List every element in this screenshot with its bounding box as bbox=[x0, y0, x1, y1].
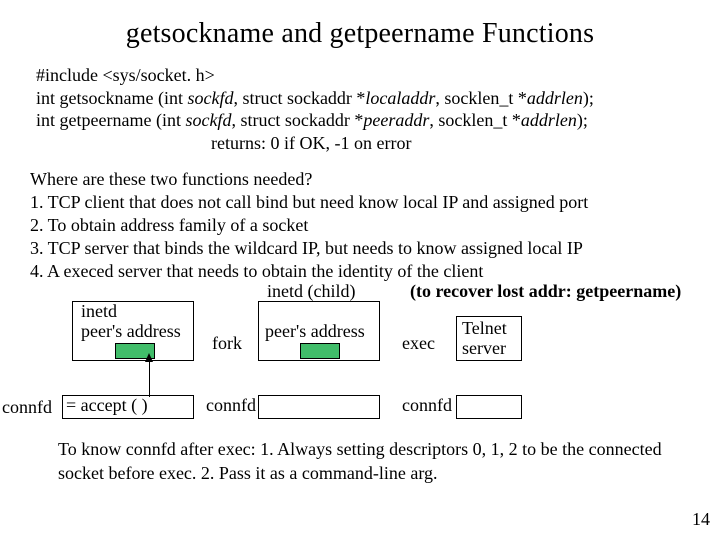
lbl-exec: exec bbox=[402, 333, 435, 354]
arg: addrlen bbox=[521, 110, 577, 130]
lbl-recover: (to recover lost addr: getpeername) bbox=[410, 281, 681, 302]
q-intro: Where are these two functions needed? bbox=[30, 168, 690, 191]
lbl-fork: fork bbox=[212, 333, 242, 354]
lbl-telnet2: server bbox=[462, 338, 506, 359]
line-up bbox=[149, 361, 150, 397]
t: , socklen_t * bbox=[435, 88, 527, 108]
lbl-connfd-lhs: connfd bbox=[2, 397, 52, 418]
lbl-telnet1: Telnet bbox=[462, 318, 507, 339]
arg: addrlen bbox=[527, 88, 583, 108]
t: ); bbox=[583, 88, 594, 108]
t: , socklen_t * bbox=[429, 110, 521, 130]
page-title: getsockname and getpeername Functions bbox=[30, 18, 690, 50]
proto-getpeername: int getpeername (int sockfd, struct sock… bbox=[36, 109, 690, 132]
diagram: inetd peer's address fork inetd (child) … bbox=[30, 293, 690, 428]
lbl-child-title: inetd (child) bbox=[267, 281, 355, 302]
lbl-accept: = accept ( ) bbox=[66, 395, 148, 416]
t: To know bbox=[58, 439, 126, 459]
box-connfd-2 bbox=[258, 395, 380, 419]
arg: localaddr bbox=[365, 88, 435, 108]
t: , struct sockaddr * bbox=[233, 88, 365, 108]
arg: peeraddr bbox=[363, 110, 429, 130]
page-number: 14 bbox=[692, 509, 710, 530]
arg: sockfd bbox=[187, 88, 233, 108]
arg: sockfd bbox=[185, 110, 231, 130]
q2: 2. To obtain address family of a socket bbox=[30, 214, 690, 237]
green-box-2 bbox=[300, 343, 340, 359]
lbl-connfd-3: connfd bbox=[402, 395, 452, 416]
t: 4. A bbox=[30, 261, 64, 281]
connfd: connfd bbox=[126, 439, 176, 459]
t: ); bbox=[577, 110, 588, 130]
include-line: #include <sys/socket. h> bbox=[36, 64, 690, 87]
signature-block: #include <sys/socket. h> int getsockname… bbox=[36, 64, 690, 154]
q4: 4. A execed server that needs to obtain … bbox=[30, 260, 690, 283]
conclusion: To know connfd after exec: 1. Always set… bbox=[58, 438, 684, 485]
lbl-peer-addr-1: peer's address bbox=[81, 321, 181, 342]
lbl-peer-addr-2: peer's address bbox=[265, 321, 365, 342]
box-connfd-3 bbox=[456, 395, 522, 419]
q1: 1. TCP client that does not call bind bu… bbox=[30, 191, 690, 214]
returns-line: returns: 0 if OK, -1 on error bbox=[36, 132, 690, 155]
t: ed server that needs to obtain the ident… bbox=[96, 261, 483, 281]
lbl-connfd-2: connfd bbox=[206, 395, 256, 416]
t: int getpeername (int bbox=[36, 110, 185, 130]
lbl-inetd: inetd bbox=[81, 301, 117, 322]
exec: exec bbox=[64, 261, 97, 281]
proto-getsockname: int getsockname (int sockfd, struct sock… bbox=[36, 87, 690, 110]
t: int getsockname (int bbox=[36, 88, 187, 108]
q3: 3. TCP server that binds the wildcard IP… bbox=[30, 237, 690, 260]
t: , struct sockaddr * bbox=[231, 110, 363, 130]
arrow-up-icon bbox=[145, 353, 153, 362]
questions: Where are these two functions needed? 1.… bbox=[30, 168, 690, 283]
